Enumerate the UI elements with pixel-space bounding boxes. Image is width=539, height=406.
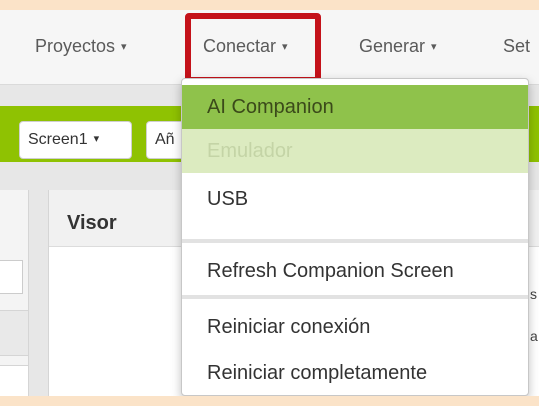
caret-down-icon: ▾ xyxy=(121,41,127,53)
conectar-highlight-box xyxy=(185,13,321,83)
conectar-dropdown-menu: AI Companion Emulador USB Refresh Compan… xyxy=(181,78,529,396)
palette-panel xyxy=(0,190,29,396)
nav-generar[interactable]: Generar ▾ xyxy=(359,36,437,57)
nav-settings-label: Set xyxy=(503,36,531,56)
menu-item-reiniciar-conexion[interactable]: Reiniciar conexión xyxy=(182,305,528,349)
menu-divider xyxy=(182,295,528,299)
add-screen-label: Añ xyxy=(155,131,175,148)
top-navigation-bar: Proyectos ▾ Conectar ▾ Generar ▾ Set xyxy=(0,10,539,85)
nav-generar-label: Generar xyxy=(359,36,426,56)
caret-down-icon: ▾ xyxy=(431,41,437,53)
menu-item-reiniciar-completamente[interactable]: Reiniciar completamente xyxy=(182,351,528,395)
add-screen-button[interactable]: Añ xyxy=(146,121,186,159)
nav-settings[interactable]: Set xyxy=(503,36,530,57)
palette-section xyxy=(0,310,28,356)
nav-proyectos-label: Proyectos xyxy=(35,36,116,56)
menu-item-emulador: Emulador xyxy=(182,129,528,173)
visor-peek-text: a xyxy=(530,328,538,344)
menu-divider xyxy=(182,239,528,243)
menu-item-refresh-companion-screen[interactable]: Refresh Companion Screen xyxy=(182,249,528,293)
palette-list xyxy=(0,365,28,396)
menu-item-ai-companion[interactable]: AI Companion xyxy=(182,85,528,129)
nav-proyectos[interactable]: Proyectos ▾ xyxy=(35,36,127,57)
screen-select-button[interactable]: Screen1 ▾ xyxy=(19,121,132,159)
bottom-border xyxy=(0,396,539,406)
palette-search-box[interactable] xyxy=(0,260,23,294)
visor-peek-text: s xyxy=(530,286,537,302)
visor-title: Visor xyxy=(67,212,117,234)
caret-down-icon: ▾ xyxy=(93,133,100,145)
screen-select-label: Screen1 xyxy=(28,131,88,148)
menu-item-usb[interactable]: USB xyxy=(182,177,528,221)
